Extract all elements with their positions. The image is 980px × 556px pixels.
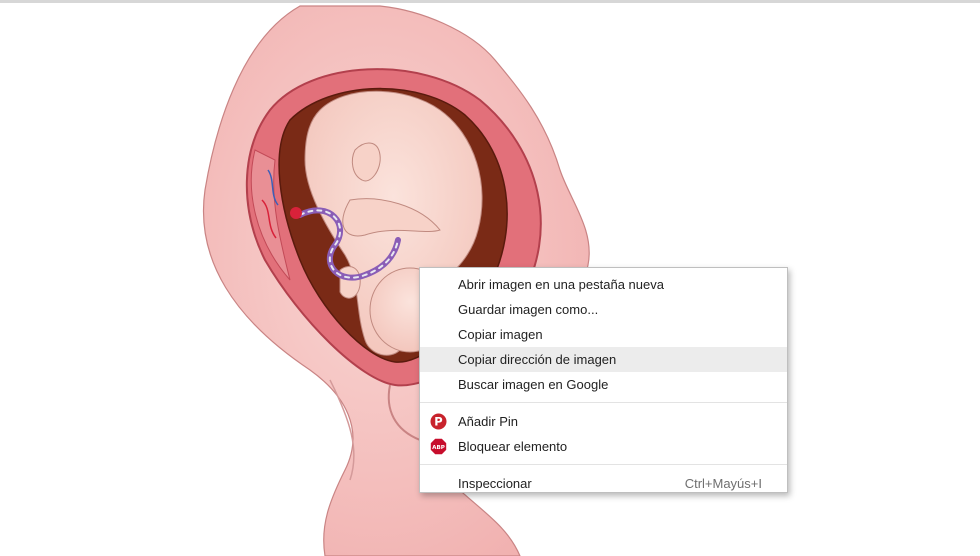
menu-item-label: Copiar imagen (458, 327, 543, 342)
menu-item-label: Buscar imagen en Google (458, 377, 609, 392)
menu-item-label: Bloquear elemento (458, 439, 568, 454)
menu-item-label: Copiar dirección de imagen (458, 352, 617, 367)
svg-text:P: P (434, 415, 442, 429)
menu-item-save-image-as[interactable]: Guardar imagen como... (420, 297, 787, 322)
menu-item-copy-image[interactable]: Copiar imagen (420, 322, 787, 347)
menu-item-copy-image-address[interactable]: Copiar dirección de imagen (420, 347, 787, 372)
menu-item-label: Abrir imagen en una pestaña nueva (458, 277, 664, 292)
menu-item-shortcut: Ctrl+Mayús+I (684, 476, 762, 491)
page: Abrir imagen en una pestaña nueva Guarda… (0, 0, 980, 556)
menu-item-open-image-new-tab[interactable]: Abrir imagen en una pestaña nueva (420, 272, 787, 297)
menu-item-search-image-google[interactable]: Buscar imagen en Google (420, 372, 787, 397)
fetus-hand (339, 266, 361, 299)
adblock-plus-icon: ABP (430, 438, 447, 455)
menu-item-label: Guardar imagen como... (458, 302, 599, 317)
menu-separator (420, 402, 787, 403)
context-menu: Abrir imagen en una pestaña nueva Guarda… (419, 267, 788, 493)
pinterest-icon: P (430, 413, 447, 430)
menu-item-label: Añadir Pin (458, 414, 518, 429)
menu-item-label: Inspeccionar (458, 476, 532, 491)
svg-text:ABP: ABP (432, 445, 445, 451)
menu-item-add-pin[interactable]: P Añadir Pin (420, 409, 787, 434)
menu-separator (420, 464, 787, 465)
menu-item-inspect[interactable]: Inspeccionar Ctrl+Mayús+I (420, 471, 787, 496)
menu-item-block-element[interactable]: ABP Bloquear elemento (420, 434, 787, 459)
